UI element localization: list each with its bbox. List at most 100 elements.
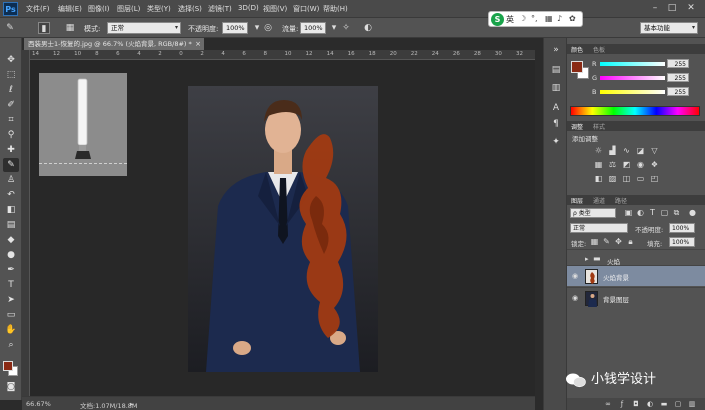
layer-filter-select[interactable]: ρ 类型 bbox=[570, 208, 616, 218]
fill-input[interactable]: 100% bbox=[669, 237, 695, 247]
ime-mode[interactable]: 英 bbox=[506, 14, 514, 25]
photo-filter-icon[interactable]: ◉ bbox=[635, 160, 646, 170]
lock-pixels-icon[interactable]: ✎ bbox=[601, 237, 612, 247]
foreground-color-swatch[interactable] bbox=[571, 61, 583, 73]
blend-mode-select[interactable]: 正常 bbox=[570, 223, 628, 233]
zoom-level[interactable]: 66.67% bbox=[26, 400, 51, 408]
lock-position-icon[interactable]: ✥ bbox=[613, 237, 624, 247]
new-layer-icon[interactable]: ▢ bbox=[673, 399, 683, 409]
keyboard-icon[interactable]: ▦ bbox=[545, 14, 553, 23]
mode-select[interactable]: 正常 ▾ bbox=[107, 22, 181, 34]
tab-color[interactable]: 颜色 bbox=[571, 45, 583, 54]
invert-icon[interactable]: ◧ bbox=[593, 174, 604, 184]
threshold-icon[interactable]: ◫ bbox=[621, 174, 632, 184]
menu-help[interactable]: 帮助(H) bbox=[323, 4, 348, 14]
brush-tool-icon[interactable]: ✎ bbox=[3, 158, 19, 172]
eraser-tool-icon[interactable]: ◧ bbox=[3, 203, 19, 217]
punctuation-icon[interactable]: °, bbox=[531, 14, 538, 23]
chevron-right-icon[interactable]: ▸ bbox=[585, 255, 589, 263]
brush-preset-icon[interactable]: ▮ bbox=[38, 22, 50, 34]
filter-type-icon[interactable]: T bbox=[647, 208, 658, 218]
black-white-icon[interactable]: ◩ bbox=[621, 160, 632, 170]
marquee-tool-icon[interactable]: ⬚ bbox=[3, 68, 19, 82]
close-icon[interactable]: ✕ bbox=[684, 2, 698, 15]
character-icon[interactable]: A bbox=[550, 102, 562, 114]
lock-transparent-icon[interactable]: ▦ bbox=[589, 237, 600, 247]
color-balance-icon[interactable]: ⚖ bbox=[607, 160, 618, 170]
gradient-map-icon[interactable]: ▭ bbox=[635, 174, 646, 184]
eye-icon[interactable]: ◉ bbox=[570, 294, 580, 303]
eyedropper-tool-icon[interactable]: ⚲ bbox=[3, 128, 19, 142]
tab-channels[interactable]: 通道 bbox=[593, 196, 605, 205]
channel-r-slider[interactable] bbox=[600, 62, 665, 66]
tab-paths[interactable]: 路径 bbox=[615, 196, 627, 205]
type-tool-icon[interactable]: T bbox=[3, 278, 19, 292]
channel-g-slider[interactable] bbox=[600, 76, 665, 80]
filter-toggle-icon[interactable]: ● bbox=[687, 208, 698, 218]
menu-filter[interactable]: 滤镜(T) bbox=[208, 4, 232, 14]
brush-tool-icon[interactable]: ✎ bbox=[4, 22, 16, 34]
document-tab[interactable]: 西装男士1-恢复的.jpg @ 66.7% (火焰背景, RGB/8#) * × bbox=[24, 38, 204, 50]
path-select-tool-icon[interactable]: ➤ bbox=[3, 293, 19, 307]
close-icon[interactable]: × bbox=[195, 38, 201, 50]
move-tool-icon[interactable]: ✥ bbox=[3, 53, 19, 67]
channel-b-slider[interactable] bbox=[600, 90, 665, 94]
selective-color-icon[interactable]: ◰ bbox=[649, 174, 660, 184]
foreground-color-swatch[interactable] bbox=[3, 361, 13, 371]
channel-g-value[interactable]: 255 bbox=[667, 73, 689, 82]
crop-tool-icon[interactable]: ⌗ bbox=[3, 113, 19, 127]
hand-tool-icon[interactable]: ✋ bbox=[3, 323, 19, 337]
layer-row-background[interactable]: ◉ 背景图层 bbox=[567, 287, 705, 308]
menu-3d[interactable]: 3D(D) bbox=[238, 4, 259, 12]
tab-styles[interactable]: 样式 bbox=[593, 122, 605, 131]
brightness-icon[interactable]: ☼ bbox=[593, 146, 604, 156]
tab-swatches[interactable]: 色板 bbox=[593, 45, 605, 54]
dodge-tool-icon[interactable]: ● bbox=[3, 248, 19, 262]
ime-toolbar[interactable]: S 英 ☽ °, ▦ ♪ ✿ bbox=[488, 11, 583, 27]
history-icon[interactable]: ▤ bbox=[550, 64, 562, 76]
layer-row-flame-bg[interactable]: ◉ 火焰背景 bbox=[567, 265, 705, 286]
filter-shape-icon[interactable]: ▢ bbox=[659, 208, 670, 218]
filter-pixel-icon[interactable]: ▣ bbox=[623, 208, 634, 218]
vibrance-icon[interactable]: ▽ bbox=[649, 146, 660, 156]
curves-icon[interactable]: ∿ bbox=[621, 146, 632, 156]
workspace-select[interactable]: 基本功能 ▾ bbox=[640, 22, 698, 34]
channel-r-value[interactable]: 255 bbox=[667, 59, 689, 68]
filter-adjust-icon[interactable]: ◐ bbox=[635, 208, 646, 218]
layer-opacity-input[interactable]: 100% bbox=[669, 223, 695, 233]
flow-dropdown-icon[interactable]: ▾ bbox=[328, 22, 340, 34]
exposure-icon[interactable]: ◪ bbox=[635, 146, 646, 156]
brush-panel-icon[interactable]: ▦ bbox=[64, 22, 76, 34]
zoom-tool-icon[interactable]: ⌕ bbox=[3, 338, 19, 352]
blur-tool-icon[interactable]: ◆ bbox=[3, 233, 19, 247]
pressure-size-icon[interactable]: ◐ bbox=[362, 22, 374, 34]
posterize-icon[interactable]: ▨ bbox=[607, 174, 618, 184]
hue-saturation-icon[interactable]: ▦ bbox=[593, 160, 604, 170]
healing-tool-icon[interactable]: ✚ bbox=[3, 143, 19, 157]
moon-icon[interactable]: ☽ bbox=[519, 14, 526, 23]
channel-mixer-icon[interactable]: ❖ bbox=[649, 160, 660, 170]
menu-view[interactable]: 视图(V) bbox=[263, 4, 287, 14]
adjustment-layer-icon[interactable]: ◐ bbox=[645, 399, 655, 409]
quick-mask-icon[interactable]: ◙ bbox=[3, 380, 19, 394]
menu-image[interactable]: 图像(I) bbox=[88, 4, 110, 14]
filter-smart-icon[interactable]: ⧉ bbox=[671, 208, 682, 218]
new-group-icon[interactable]: ▬ bbox=[659, 399, 669, 409]
document-image[interactable] bbox=[188, 86, 378, 372]
airbrush-icon[interactable]: ✧ bbox=[340, 22, 352, 34]
clone-stamp-tool-icon[interactable]: ♙ bbox=[3, 173, 19, 187]
menu-window[interactable]: 窗口(W) bbox=[293, 4, 319, 14]
opacity-input[interactable]: 100% bbox=[222, 22, 248, 34]
settings-icon[interactable]: ✿ bbox=[569, 14, 576, 23]
lock-all-icon[interactable]: 🔒︎ bbox=[625, 237, 636, 247]
menu-file[interactable]: 文件(F) bbox=[26, 4, 50, 14]
microphone-icon[interactable]: ♪ bbox=[557, 14, 562, 23]
menu-layer[interactable]: 图层(L) bbox=[117, 4, 140, 14]
eye-icon[interactable]: ◉ bbox=[570, 272, 580, 281]
menu-edit[interactable]: 编辑(E) bbox=[58, 4, 82, 14]
menu-type[interactable]: 类型(Y) bbox=[147, 4, 171, 14]
status-arrow-icon[interactable]: ▸ bbox=[130, 400, 133, 408]
paragraph-icon[interactable]: ¶ bbox=[550, 118, 562, 130]
eye-icon[interactable] bbox=[570, 256, 580, 265]
properties-icon[interactable]: ▥ bbox=[550, 82, 562, 94]
